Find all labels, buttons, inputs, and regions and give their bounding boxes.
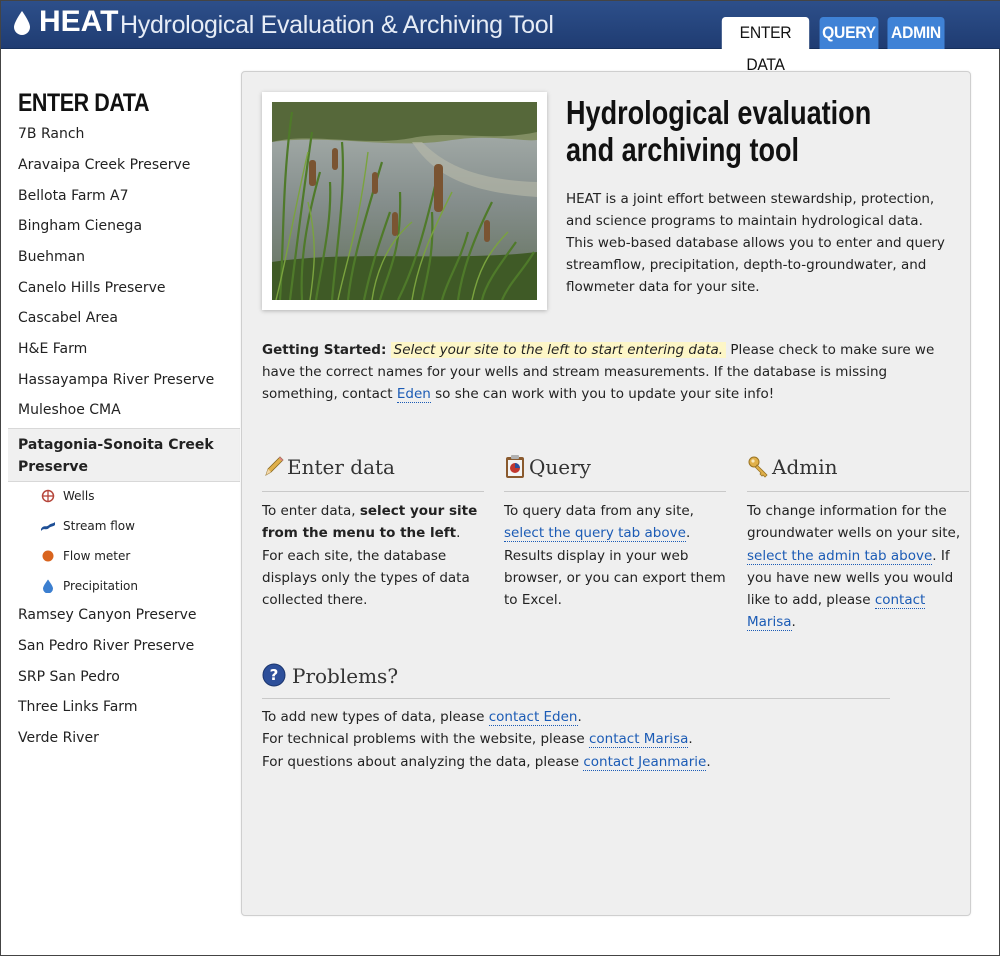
page-title: Hydrological evaluation and archiving to… (566, 94, 872, 168)
sidebar-item-buehman[interactable]: Buehman (18, 249, 85, 265)
intro-paragraph: HEAT is a joint effort between stewardsh… (566, 191, 945, 295)
contact-jeanmarie-link[interactable]: contact Jeanmarie (583, 753, 707, 771)
sidebar-item-ramsey-canyon-preserve[interactable]: Ramsey Canyon Preserve (18, 607, 197, 623)
sidebar-subitem-flow-meter[interactable]: Flow meter (41, 549, 161, 565)
key-icon (748, 456, 768, 478)
sidebar-item-cascabel-area[interactable]: Cascabel Area (18, 310, 118, 326)
sidebar-item-patagonia-sonoita-creek-preserve[interactable]: Patagonia-Sonoita Creek Preserve (8, 428, 240, 482)
sidebar-item-bingham-cienega[interactable]: Bingham Cienega (18, 218, 142, 234)
sidebar-subitem-label: Wells (63, 489, 95, 503)
enter-data-header: Enter data (262, 455, 484, 492)
pencil-icon (265, 456, 284, 476)
photo-frame (262, 92, 547, 310)
query-text: To query data from any site, select the … (504, 500, 726, 611)
sidebar-subitem-wells[interactable]: Wells (41, 489, 161, 505)
enter-data-text-part: To enter data, (262, 503, 356, 519)
admin-header: Admin (747, 455, 969, 492)
sidebar-item-hassayampa-river-preserve[interactable]: Hassayampa River Preserve (18, 372, 214, 388)
sidebar-item-three-links-farm[interactable]: Three Links Farm (18, 699, 137, 715)
sidebar-subitem-label: Stream flow (63, 519, 135, 533)
sidebar-item-aravaipa-creek-preserve[interactable]: Aravaipa Creek Preserve (18, 157, 190, 173)
tab-query[interactable]: QUERY (819, 17, 879, 49)
orange-dot-icon (42, 550, 54, 562)
problems-line-text: For technical problems with the website,… (262, 731, 585, 748)
sidebar-item-he-farm[interactable]: H&E Farm (18, 341, 87, 357)
admin-text-part: To change information for the groundwate… (747, 503, 961, 542)
sidebar-item-verde-river[interactable]: Verde River (18, 730, 99, 746)
problems-header: ? Problems? (262, 661, 890, 699)
sidebar-item-muleshoe-cma[interactable]: Muleshoe CMA (18, 402, 121, 418)
getting-started-highlight: Select your site to the left to start en… (390, 342, 727, 358)
admin-text-part: . (791, 614, 796, 631)
app-header: HEAT Hydrological Evaluation & Archiving… (1, 1, 1000, 74)
raindrop-icon (43, 579, 53, 593)
logo-text[interactable]: HEAT (39, 5, 118, 39)
clipboard-chart-icon (506, 455, 524, 478)
sidebar-item-7b-ranch[interactable]: 7B Ranch (18, 126, 84, 142)
problems-text: To add new types of data, please contact… (262, 706, 952, 773)
water-drop-logo-icon (14, 11, 30, 35)
sidebar-item-srp-san-pedro[interactable]: SRP San Pedro (18, 669, 120, 685)
crosshair-circle-icon (41, 489, 55, 503)
sidebar-heading: ENTER DATA (18, 89, 150, 117)
problems-line: For questions about analyzing the data, … (262, 751, 952, 773)
sidebar-item-bellota-farm-a7[interactable]: Bellota Farm A7 (18, 188, 129, 204)
app-subtitle: Hydrological Evaluation & Archiving Tool (120, 11, 554, 39)
sidebar-subitem-precipitation[interactable]: Precipitation (41, 579, 161, 595)
tab-enter-data[interactable]: ENTER DATA (721, 17, 810, 74)
query-header: Query (504, 455, 726, 492)
sidebar-subitem-stream-flow[interactable]: Stream flow (41, 519, 161, 535)
admin-text: To change information for the groundwate… (747, 500, 969, 634)
sidebar-active-label: Patagonia-Sonoita Creek Preserve (18, 437, 214, 475)
problems-title: Problems? (292, 664, 399, 688)
getting-started-text-end: so she can work with you to update your … (435, 386, 775, 402)
tab-admin[interactable]: ADMIN (887, 17, 945, 49)
getting-started-label: Getting Started: (262, 342, 387, 358)
admin-tab-link[interactable]: select the admin tab above (747, 547, 933, 565)
admin-title: Admin (772, 455, 838, 479)
query-tab-link[interactable]: select the query tab above (504, 525, 686, 543)
sidebar-item-san-pedro-river-preserve[interactable]: San Pedro River Preserve (18, 638, 194, 654)
problems-line-text: For questions about analyzing the data, … (262, 753, 580, 770)
main-panel: Hydrological evaluation and archiving to… (241, 71, 971, 916)
problems-line-text: To add new types of data, please (262, 709, 485, 725)
sidebar-item-canelo-hills-preserve[interactable]: Canelo Hills Preserve (18, 280, 166, 296)
query-text-part: To query data from any site, (504, 503, 694, 519)
svg-text:?: ? (270, 666, 279, 684)
stream-icon (41, 522, 55, 531)
query-title: Query (529, 455, 591, 479)
sidebar-subitem-label: Flow meter (63, 549, 131, 563)
contact-marisa-link[interactable]: contact Marisa (589, 731, 689, 749)
enter-data-title: Enter data (287, 455, 395, 479)
contact-eden-link[interactable]: Eden (396, 386, 431, 403)
problems-line-end: . (706, 753, 711, 770)
question-circle-icon: ? (262, 663, 286, 687)
problems-line-end: . (577, 709, 582, 725)
sidebar: ENTER DATA 7B Ranch Aravaipa Creek Prese… (1, 49, 241, 956)
enter-data-text: To enter data, select your site from the… (262, 500, 484, 611)
problems-line: To add new types of data, please contact… (262, 706, 952, 728)
problems-line-end: . (688, 731, 693, 748)
sidebar-subitem-label: Precipitation (63, 579, 139, 593)
cattails-river-photo (272, 102, 537, 300)
getting-started-paragraph: Getting Started: Select your site to the… (262, 339, 952, 405)
contact-eden-link[interactable]: contact Eden (488, 709, 578, 726)
problems-line: For technical problems with the website,… (262, 728, 952, 750)
